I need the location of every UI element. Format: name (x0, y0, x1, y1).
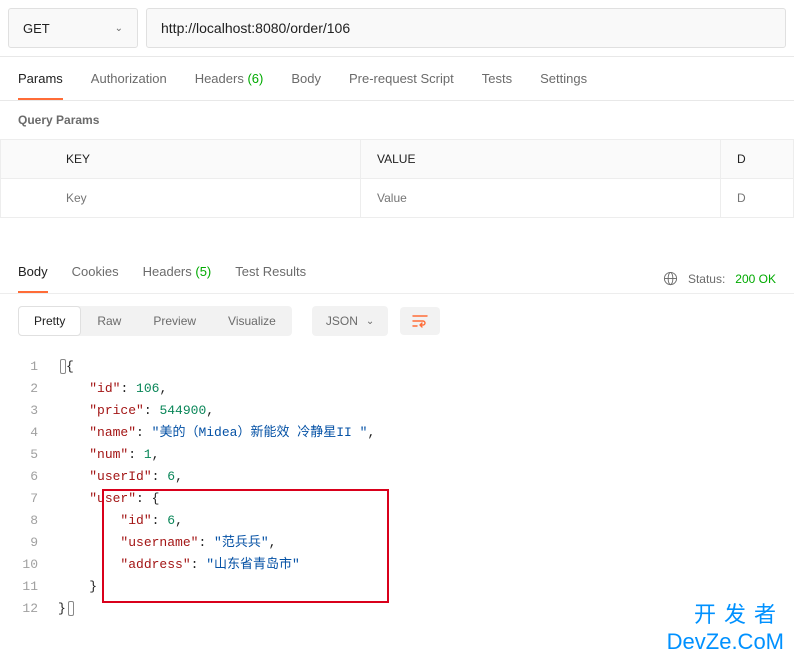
code-content: } (58, 598, 74, 620)
code-content: "price": 544900, (58, 400, 214, 422)
param-key-input[interactable] (66, 191, 344, 205)
table-row (1, 179, 794, 218)
resp-tab-headers[interactable]: Headers (5) (143, 264, 212, 293)
code-content: "num": 1, (58, 444, 159, 466)
col-header-desc: D (721, 140, 794, 179)
code-line: 5 "num": 1, (18, 444, 776, 466)
code-line: 10 "address": "山东省青岛市" (18, 554, 776, 576)
param-value-input[interactable] (377, 191, 704, 205)
code-content: "address": "山东省青岛市" (58, 554, 300, 576)
status-block: Status: 200 OK (663, 271, 776, 286)
code-line: 11 } (18, 576, 776, 598)
globe-icon (663, 271, 678, 286)
watermark: 开发者 DevZe.CoM (667, 597, 784, 655)
url-input[interactable] (146, 8, 786, 48)
line-number: 11 (18, 576, 58, 598)
viewer-bar: Pretty Raw Preview Visualize JSON ⌄ (0, 293, 794, 348)
line-number: 1 (18, 356, 58, 378)
tab-headers[interactable]: Headers (6) (195, 71, 264, 100)
http-method-value: GET (23, 21, 50, 36)
line-number: 12 (18, 598, 58, 620)
request-tabs: Params Authorization Headers (6) Body Pr… (0, 57, 794, 101)
tab-params[interactable]: Params (18, 71, 63, 100)
code-content: "id": 106, (58, 378, 167, 400)
line-number: 2 (18, 378, 58, 400)
query-params-table: KEY VALUE D (0, 139, 794, 218)
code-content: "user": { (58, 488, 159, 510)
resp-tab-test-results[interactable]: Test Results (235, 264, 306, 293)
view-mode-tabs: Pretty Raw Preview Visualize (18, 306, 292, 336)
wrap-icon (412, 314, 428, 328)
tab-tests[interactable]: Tests (482, 71, 512, 100)
code-content: "id": 6, (58, 510, 183, 532)
code-line: 9 "username": "范兵兵", (18, 532, 776, 554)
view-pretty[interactable]: Pretty (18, 306, 81, 336)
tab-body[interactable]: Body (291, 71, 321, 100)
resp-tab-body[interactable]: Body (18, 264, 48, 293)
http-method-select[interactable]: GET ⌄ (8, 8, 138, 48)
request-bar: GET ⌄ (0, 0, 794, 57)
chevron-down-icon: ⌄ (115, 23, 123, 34)
line-number: 8 (18, 510, 58, 532)
format-select[interactable]: JSON ⌄ (312, 306, 388, 336)
code-line: 2 "id": 106, (18, 378, 776, 400)
code-content: { (58, 356, 74, 378)
code-line: 6 "userId": 6, (18, 466, 776, 488)
code-content: "userId": 6, (58, 466, 183, 488)
code-content: "username": "范兵兵", (58, 532, 276, 554)
view-visualize[interactable]: Visualize (212, 306, 292, 336)
line-number: 6 (18, 466, 58, 488)
code-line: 12} (18, 598, 776, 620)
response-tabs: Body Cookies Headers (5) Test Results (18, 264, 306, 293)
view-raw[interactable]: Raw (81, 306, 137, 336)
code-content: } (58, 576, 97, 598)
chevron-down-icon: ⌄ (366, 316, 374, 327)
line-number: 10 (18, 554, 58, 576)
col-header-key: KEY (1, 140, 361, 179)
query-params-title: Query Params (0, 101, 794, 139)
wrap-lines-button[interactable] (400, 307, 440, 335)
code-content: "name": "美的（Midea）新能效 冷静星II ", (58, 422, 375, 444)
line-number: 4 (18, 422, 58, 444)
line-number: 7 (18, 488, 58, 510)
tab-prerequest[interactable]: Pre-request Script (349, 71, 454, 100)
code-line: 7 "user": { (18, 488, 776, 510)
code-line: 1{ (18, 356, 776, 378)
code-line: 8 "id": 6, (18, 510, 776, 532)
status-label: Status: (688, 272, 725, 286)
status-value: 200 OK (735, 272, 776, 286)
code-line: 4 "name": "美的（Midea）新能效 冷静星II ", (18, 422, 776, 444)
col-header-value: VALUE (361, 140, 721, 179)
table-header-row: KEY VALUE D (1, 140, 794, 179)
code-line: 3 "price": 544900, (18, 400, 776, 422)
view-preview[interactable]: Preview (137, 306, 212, 336)
line-number: 5 (18, 444, 58, 466)
param-desc-input[interactable] (737, 191, 777, 205)
tab-settings[interactable]: Settings (540, 71, 587, 100)
response-header: Body Cookies Headers (5) Test Results St… (0, 248, 794, 293)
tab-authorization[interactable]: Authorization (91, 71, 167, 100)
line-number: 9 (18, 532, 58, 554)
resp-tab-cookies[interactable]: Cookies (72, 264, 119, 293)
line-number: 3 (18, 400, 58, 422)
